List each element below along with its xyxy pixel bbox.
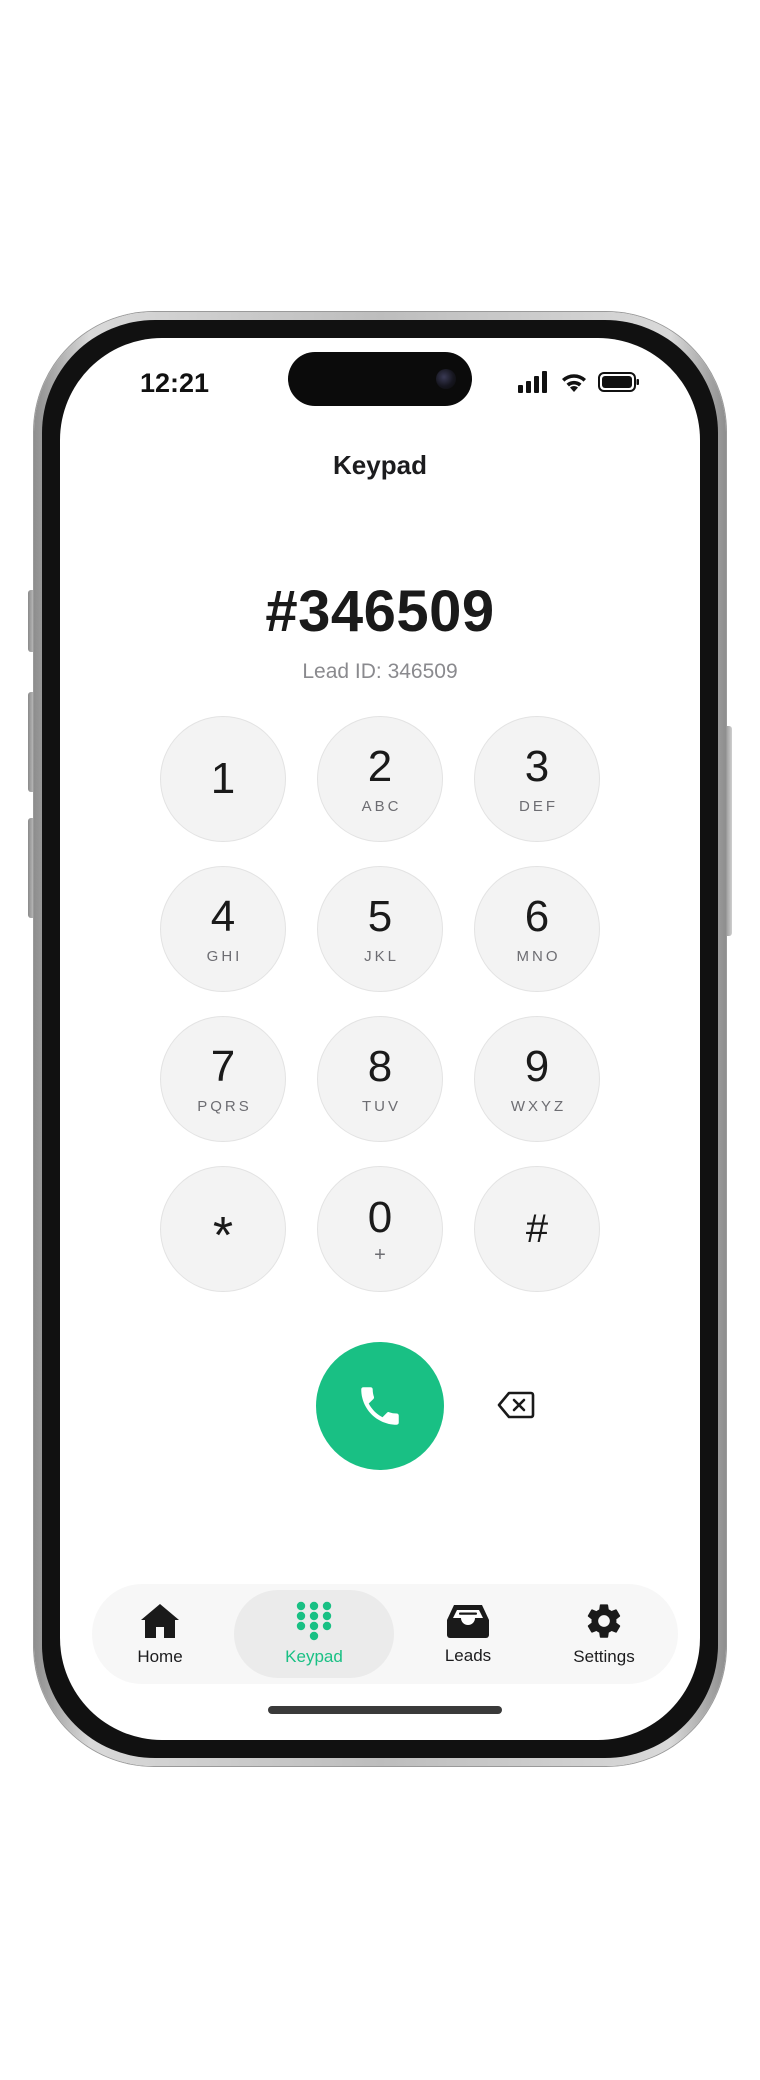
key-star[interactable]: * bbox=[160, 1166, 286, 1292]
key-letters: GHI bbox=[206, 947, 243, 965]
key-letters: TUV bbox=[362, 1097, 401, 1115]
wifi-icon bbox=[562, 374, 586, 392]
key-digit: 7 bbox=[210, 1041, 236, 1091]
key-digit: 8 bbox=[367, 1041, 393, 1091]
key-6[interactable]: 6 MNO bbox=[474, 866, 600, 992]
key-digit: 6 bbox=[524, 891, 550, 941]
delete-button[interactable] bbox=[496, 1388, 536, 1422]
stage: 12:21 Keypad #346509 Lead ID: 346509 1 2… bbox=[0, 0, 760, 2080]
lead-id-label: Lead ID: 346509 bbox=[302, 660, 458, 683]
key-9[interactable]: 9 WXYZ bbox=[474, 1016, 600, 1142]
key-letters: DEF bbox=[519, 797, 558, 815]
key-letters: MNO bbox=[516, 947, 561, 965]
tab-settings[interactable]: Settings bbox=[536, 1590, 672, 1678]
key-1[interactable]: 1 bbox=[160, 716, 286, 842]
gear-icon bbox=[587, 1604, 621, 1638]
tab-label: Home bbox=[137, 1647, 183, 1666]
key-digit: 4 bbox=[210, 891, 236, 941]
key-digit: 9 bbox=[524, 1041, 550, 1091]
key-letters: ABC bbox=[361, 797, 402, 815]
key-digit: * bbox=[212, 1207, 234, 1265]
dialed-number-display: #346509 bbox=[265, 579, 495, 644]
key-8[interactable]: 8 TUV bbox=[317, 1016, 443, 1142]
key-letters: + bbox=[374, 1243, 386, 1266]
dynamic-island bbox=[288, 352, 472, 406]
tab-label: Leads bbox=[444, 1646, 492, 1665]
tab-bar: Home Keypad Leads Settings bbox=[92, 1584, 678, 1684]
key-digit: 1 bbox=[210, 754, 236, 803]
backspace-icon bbox=[497, 1391, 535, 1419]
page-title: Keypad bbox=[333, 450, 427, 480]
key-digit: # bbox=[525, 1207, 549, 1251]
tab-label: Keypad bbox=[285, 1647, 343, 1666]
key-5[interactable]: 5 JKL bbox=[317, 866, 443, 992]
phone-icon bbox=[361, 1387, 399, 1425]
cellular-signal-icon bbox=[518, 371, 547, 393]
key-7[interactable]: 7 PQRS bbox=[160, 1016, 286, 1142]
status-icons bbox=[518, 370, 640, 394]
status-time: 12:21 bbox=[140, 368, 210, 398]
keypad: 1 2 ABC 3 DEF 4 GHI 5 JKL 6 MNO 7 PQRS 8… bbox=[160, 716, 600, 1306]
key-digit: 5 bbox=[367, 891, 393, 941]
phone-screen: 12:21 Keypad #346509 Lead ID: 346509 1 2… bbox=[60, 338, 700, 1740]
key-letters: JKL bbox=[364, 947, 399, 965]
front-camera bbox=[436, 369, 456, 389]
phone-frame: 12:21 Keypad #346509 Lead ID: 346509 1 2… bbox=[34, 312, 726, 1766]
call-button[interactable] bbox=[316, 1342, 444, 1470]
inbox-tray-icon bbox=[447, 1605, 489, 1638]
key-digit: 0 bbox=[367, 1192, 393, 1242]
key-0[interactable]: 0 + bbox=[317, 1166, 443, 1292]
keypad-grid-icon bbox=[296, 1601, 332, 1641]
battery-icon bbox=[598, 372, 639, 392]
key-letters: WXYZ bbox=[510, 1097, 567, 1115]
key-hash[interactable]: # bbox=[474, 1166, 600, 1292]
key-digit: 2 bbox=[367, 741, 393, 791]
tab-label: Settings bbox=[573, 1647, 635, 1666]
key-4[interactable]: 4 GHI bbox=[160, 866, 286, 992]
key-3[interactable]: 3 DEF bbox=[474, 716, 600, 842]
phone-bezel: 12:21 Keypad #346509 Lead ID: 346509 1 2… bbox=[42, 320, 718, 1758]
tab-home[interactable]: Home bbox=[92, 1590, 228, 1678]
key-digit: 3 bbox=[524, 741, 550, 791]
tab-leads[interactable]: Leads bbox=[400, 1590, 536, 1678]
tab-keypad[interactable]: Keypad bbox=[234, 1590, 394, 1678]
key-2[interactable]: 2 ABC bbox=[317, 716, 443, 842]
key-letters: PQRS bbox=[197, 1097, 252, 1115]
home-indicator[interactable] bbox=[268, 1706, 502, 1714]
home-icon bbox=[141, 1604, 179, 1638]
